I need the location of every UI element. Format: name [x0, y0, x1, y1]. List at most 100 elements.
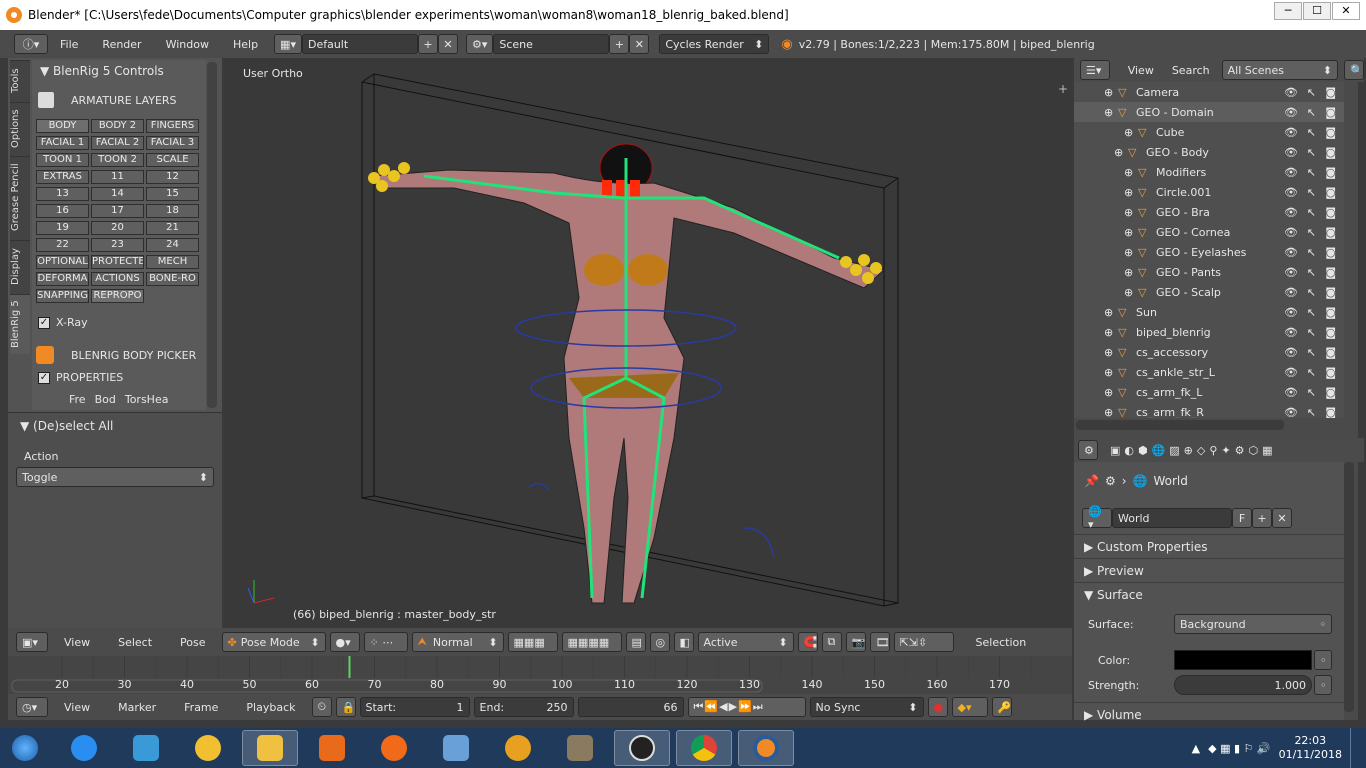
expand-icon[interactable]: ⊕	[1104, 366, 1118, 379]
expand-icon[interactable]: ⊕	[1104, 306, 1118, 319]
taskbar-md[interactable]	[614, 730, 670, 766]
snap-icon[interactable]: 🧲	[797, 632, 818, 652]
tray-app-icons[interactable]: ◆ ▦ ▮ ⚐ 🔊	[1208, 742, 1270, 755]
proportional-icon[interactable]: ◎	[649, 632, 670, 652]
editor-type-timeline-icon[interactable]: ◷▾	[16, 697, 48, 717]
select-cursor-icon[interactable]: ↖	[1307, 386, 1316, 399]
section-volume[interactable]: ▶ Volume	[1074, 702, 1344, 726]
new-world-button[interactable]: +	[1252, 508, 1272, 528]
expand-icon[interactable]: ⊕	[1124, 206, 1138, 219]
select-cursor-icon[interactable]: ↖	[1307, 186, 1316, 199]
render-camera-icon[interactable]: ◙	[1325, 266, 1336, 279]
expand-icon[interactable]: ⊕	[1124, 266, 1138, 279]
pivot-icon[interactable]: ⁘ ⋯	[363, 632, 408, 652]
outliner-row[interactable]: ⊕ ▽ biped_blenrig 👁 ↖ ◙	[1074, 322, 1344, 342]
visibility-eye-icon[interactable]: 👁	[1284, 166, 1298, 179]
select-cursor-icon[interactable]: ↖	[1307, 366, 1316, 379]
expand-icon[interactable]: ⊕	[1104, 86, 1118, 99]
section-surface[interactable]: ▼ Surface	[1074, 582, 1344, 606]
armature-layer-button[interactable]: DEFORMA	[36, 272, 89, 286]
unlink-world-button[interactable]: ✕	[1272, 508, 1292, 528]
properties-context-icons[interactable]: ▣◐⬢🌐▨⊕◇⚲✦⚙⬡▦	[1110, 444, 1277, 457]
armature-layer-button[interactable]: 18	[146, 204, 199, 218]
render-camera-icon[interactable]: ◙	[1325, 126, 1336, 139]
playback-controls[interactable]: ⏮⏪◀▶⏩⏭	[687, 697, 806, 717]
armature-layer-button[interactable]: 22	[36, 238, 89, 252]
armature-layer-button[interactable]: FACIAL 2	[91, 136, 144, 150]
keyframe-insert-icon[interactable]: 🔑	[991, 697, 1012, 717]
armature-layer-button[interactable]: 23	[91, 238, 144, 252]
outliner-row[interactable]: ⊕ ▽ GEO - Body 👁 ↖ ◙	[1074, 142, 1344, 162]
layer-buttons-b[interactable]: ▦▦▦▦	[561, 632, 622, 652]
3d-viewport[interactable]: User Ortho (66) biped_blenrig : master_b…	[224, 58, 1072, 628]
visibility-eye-icon[interactable]: 👁	[1284, 106, 1298, 119]
outliner-row[interactable]: ⊕ ▽ Camera 👁 ↖ ◙	[1074, 82, 1344, 102]
outliner-row[interactable]: ⊕ ▽ cs_arm_fk_L 👁 ↖ ◙	[1074, 382, 1344, 402]
close-button[interactable]: ✕	[1332, 2, 1360, 20]
render-camera-icon[interactable]: ◙	[1325, 206, 1336, 219]
taskbar-helm[interactable]	[490, 730, 546, 766]
outliner-menu-view[interactable]: View	[1116, 64, 1166, 77]
world-browse-icon[interactable]: 🌐▾	[1082, 505, 1112, 531]
taskbar-photos[interactable]	[428, 730, 484, 766]
surface-dropdown[interactable]: Background ◦	[1174, 614, 1332, 634]
taskbar-chrome[interactable]	[676, 730, 732, 766]
armature-layer-button[interactable]: REPROPO	[91, 289, 144, 303]
armature-layer-button[interactable]: 17	[91, 204, 144, 218]
pivot-dropdown[interactable]: Active ⬍	[697, 632, 794, 652]
visibility-eye-icon[interactable]: 👁	[1284, 386, 1298, 399]
armature-layer-button[interactable]: SNAPPING	[36, 289, 89, 303]
armature-layer-button[interactable]: TOON 1	[36, 153, 89, 167]
current-frame-field[interactable]: 66	[577, 697, 684, 717]
tab-display[interactable]: Display	[10, 240, 30, 292]
render-camera-icon[interactable]: ◙	[1325, 246, 1336, 259]
tab-grease-pencil[interactable]: Grease Pencil	[10, 156, 30, 238]
select-cursor-icon[interactable]: ↖	[1307, 106, 1316, 119]
render-camera-icon[interactable]: ◙	[1325, 386, 1336, 399]
visibility-eye-icon[interactable]: 👁	[1284, 366, 1298, 379]
select-cursor-icon[interactable]: ↖	[1307, 266, 1316, 279]
armature-layer-button[interactable]: OPTIONAL	[36, 255, 89, 269]
add-scene-button[interactable]: +	[609, 34, 630, 54]
armature-layer-button[interactable]: TOON 2	[91, 153, 144, 167]
expand-icon[interactable]: ⊕	[1104, 326, 1118, 339]
blenrig-title[interactable]: ▼ BlenRig 5 Controls	[40, 64, 164, 78]
armature-layer-button[interactable]: 15	[146, 187, 199, 201]
taskbar-media-player[interactable]	[118, 730, 174, 766]
menu-render[interactable]: Render	[90, 38, 153, 51]
taskbar-paint[interactable]	[180, 730, 236, 766]
properties-editor-icon[interactable]: ⚙	[1078, 440, 1098, 460]
visibility-eye-icon[interactable]: 👁	[1284, 186, 1298, 199]
expand-icon[interactable]: ⊕	[1114, 146, 1128, 159]
render-camera-icon[interactable]: ◙	[1325, 286, 1336, 299]
visibility-eye-icon[interactable]: 👁	[1284, 266, 1298, 279]
fake-user-button[interactable]: F	[1232, 508, 1252, 528]
armature-layer-button[interactable]: 21	[146, 221, 199, 235]
armature-layer-button[interactable]: 13	[36, 187, 89, 201]
render-camera-icon[interactable]: ◙	[1325, 166, 1336, 179]
outliner-row[interactable]: ⊕ ▽ cs_accessory 👁 ↖ ◙	[1074, 342, 1344, 362]
armature-layer-button[interactable]: BONE-RO	[146, 272, 199, 286]
armature-layer-button[interactable]: 12	[146, 170, 199, 184]
scene-icon[interactable]: ⚙▾	[465, 34, 494, 54]
select-cursor-icon[interactable]: ↖	[1307, 126, 1316, 139]
render-camera-icon[interactable]: ◙	[1325, 86, 1336, 99]
color-link-icon[interactable]: ◦	[1314, 650, 1332, 670]
remove-layout-button[interactable]: ✕	[437, 34, 458, 54]
outliner-hscroll[interactable]	[1076, 420, 1284, 430]
armature-layer-button[interactable]: BODY 2	[91, 119, 144, 133]
armature-layer-button[interactable]: BODY	[36, 119, 89, 133]
outliner-row[interactable]: ⊕ ▽ GEO - Scalp 👁 ↖ ◙	[1074, 282, 1344, 302]
visibility-eye-icon[interactable]: 👁	[1284, 226, 1298, 239]
outliner-row[interactable]: ⊕ ▽ Circle.001 👁 ↖ ◙	[1074, 182, 1344, 202]
end-frame-field[interactable]: End: 250	[473, 697, 574, 717]
editor-type-outliner-icon[interactable]: ☰▾	[1080, 60, 1110, 80]
armature-layer-button[interactable]: 24	[146, 238, 199, 252]
strength-link-icon[interactable]: ◦	[1314, 675, 1332, 695]
select-cursor-icon[interactable]: ↖	[1307, 166, 1316, 179]
visibility-eye-icon[interactable]: 👁	[1284, 86, 1298, 99]
outliner-filter-dropdown[interactable]: All Scenes ⬍	[1221, 60, 1338, 80]
layout-field[interactable]: Default	[301, 34, 418, 54]
expand-icon[interactable]: ⊕	[1104, 386, 1118, 399]
select-cursor-icon[interactable]: ↖	[1307, 226, 1316, 239]
